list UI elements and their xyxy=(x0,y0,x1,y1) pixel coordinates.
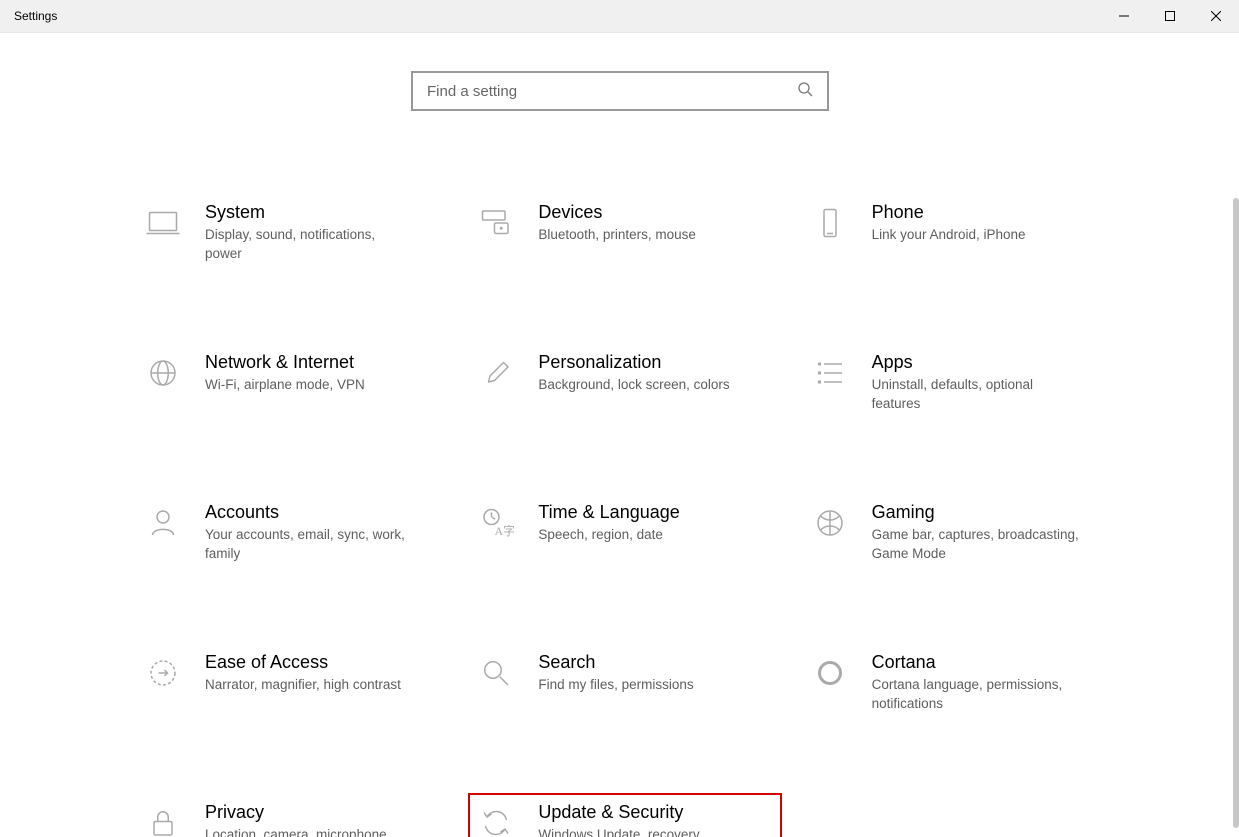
category-desc: Your accounts, email, sync, work, family xyxy=(205,526,415,564)
apps-list-icon xyxy=(810,353,850,393)
minimize-icon xyxy=(1119,11,1129,21)
search-icon xyxy=(797,81,813,102)
category-personalization[interactable]: Personalization Background, lock screen,… xyxy=(468,343,781,433)
category-privacy[interactable]: Privacy Location, camera, microphone xyxy=(135,793,448,837)
category-title: Apps xyxy=(872,351,1107,374)
category-system[interactable]: System Display, sound, notifications, po… xyxy=(135,193,448,283)
category-devices[interactable]: Devices Bluetooth, printers, mouse xyxy=(468,193,781,283)
category-title: Ease of Access xyxy=(205,651,440,674)
category-apps[interactable]: Apps Uninstall, defaults, optional featu… xyxy=(802,343,1115,433)
globe-icon xyxy=(143,353,183,393)
maximize-icon xyxy=(1165,11,1175,21)
title-bar: Settings xyxy=(0,0,1239,33)
category-time-language[interactable]: A字 Time & Language Speech, region, date xyxy=(468,493,781,583)
svg-text:A字: A字 xyxy=(495,523,515,538)
category-desc: Background, lock screen, colors xyxy=(538,376,748,395)
minimize-button[interactable] xyxy=(1101,0,1147,33)
paintbrush-icon xyxy=(476,353,516,393)
category-desc: Narrator, magnifier, high contrast xyxy=(205,676,415,695)
category-desc: Wi-Fi, airplane mode, VPN xyxy=(205,376,415,395)
categories-grid: System Display, sound, notifications, po… xyxy=(135,193,1115,837)
category-desc: Game bar, captures, broadcasting, Game M… xyxy=(872,526,1082,564)
category-title: Update & Security xyxy=(538,801,773,824)
category-desc: Windows Update, recovery, backup xyxy=(538,826,748,837)
category-desc: Uninstall, defaults, optional features xyxy=(872,376,1082,414)
category-title: Cortana xyxy=(872,651,1107,674)
category-accounts[interactable]: Accounts Your accounts, email, sync, wor… xyxy=(135,493,448,583)
window-title: Settings xyxy=(14,9,57,23)
category-title: Privacy xyxy=(205,801,440,824)
category-cortana[interactable]: Cortana Cortana language, permissions, n… xyxy=(802,643,1115,733)
person-icon xyxy=(143,503,183,543)
category-gaming[interactable]: Gaming Game bar, captures, broadcasting,… xyxy=(802,493,1115,583)
category-title: Network & Internet xyxy=(205,351,440,374)
category-title: Gaming xyxy=(872,501,1107,524)
category-update-security[interactable]: Update & Security Windows Update, recove… xyxy=(468,793,781,837)
category-desc: Find my files, permissions xyxy=(538,676,748,695)
category-desc: Link your Android, iPhone xyxy=(872,226,1082,245)
window-controls xyxy=(1101,0,1239,33)
category-title: System xyxy=(205,201,440,224)
category-title: Search xyxy=(538,651,773,674)
gaming-icon xyxy=(810,503,850,543)
devices-icon xyxy=(476,203,516,243)
cortana-icon xyxy=(810,653,850,693)
ease-of-access-icon xyxy=(143,653,183,693)
category-phone[interactable]: Phone Link your Android, iPhone xyxy=(802,193,1115,283)
category-title: Accounts xyxy=(205,501,440,524)
category-search[interactable]: Search Find my files, permissions xyxy=(468,643,781,733)
vertical-scrollbar[interactable] xyxy=(1233,198,1239,828)
close-icon xyxy=(1211,11,1221,21)
search-input[interactable] xyxy=(427,83,797,100)
update-icon xyxy=(476,803,516,837)
category-desc: Display, sound, notifications, power xyxy=(205,226,415,264)
time-language-icon: A字 xyxy=(476,503,516,543)
category-desc: Speech, region, date xyxy=(538,526,748,545)
category-ease-of-access[interactable]: Ease of Access Narrator, magnifier, high… xyxy=(135,643,448,733)
search-box[interactable] xyxy=(411,71,829,111)
lock-icon xyxy=(143,803,183,837)
category-desc: Location, camera, microphone xyxy=(205,826,415,837)
system-icon xyxy=(143,203,183,243)
close-button[interactable] xyxy=(1193,0,1239,33)
category-network[interactable]: Network & Internet Wi-Fi, airplane mode,… xyxy=(135,343,448,433)
category-title: Phone xyxy=(872,201,1107,224)
magnifier-icon xyxy=(476,653,516,693)
maximize-button[interactable] xyxy=(1147,0,1193,33)
phone-icon xyxy=(810,203,850,243)
category-desc: Cortana language, permissions, notificat… xyxy=(872,676,1082,714)
category-title: Devices xyxy=(538,201,773,224)
category-title: Time & Language xyxy=(538,501,773,524)
content-area: System Display, sound, notifications, po… xyxy=(0,33,1239,837)
category-desc: Bluetooth, printers, mouse xyxy=(538,226,748,245)
category-title: Personalization xyxy=(538,351,773,374)
